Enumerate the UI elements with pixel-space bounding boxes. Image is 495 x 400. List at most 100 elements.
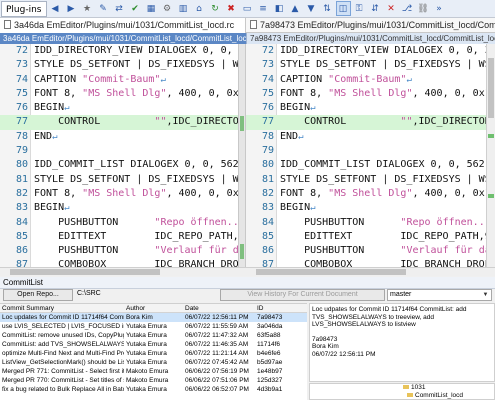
- line-number: 86: [261, 245, 274, 257]
- column-header[interactable]: Author: [124, 304, 183, 312]
- cell-summary: fix a bug related to Bulk Replace All in…: [2, 386, 124, 393]
- left-editor[interactable]: 72 IDD_DIRECTORY_VIEW DIALOGEX 0, 0, 306,…: [0, 44, 238, 267]
- tree-item-label: CommitList_locd: [415, 392, 464, 399]
- more-icon[interactable]: »: [432, 1, 447, 16]
- line-end-icon: ↵: [298, 131, 304, 142]
- horizontal-scrollbar[interactable]: [0, 267, 495, 276]
- sort-icon[interactable]: ⇵: [368, 1, 383, 16]
- code-text: FONT 8,: [280, 187, 329, 199]
- table-row[interactable]: optimize Multi-Find Next and Multi-Find …: [0, 349, 307, 358]
- file-tab-left[interactable]: 3a46da EmEditor/Plugins/mui/1031/CommitL…: [0, 18, 246, 33]
- table-row[interactable]: ListView_GetSelectionMark() should be Li…: [0, 358, 307, 367]
- star-icon[interactable]: ★: [80, 1, 95, 16]
- open-repo-button[interactable]: Open Repo...: [3, 289, 73, 301]
- code-text: CAPTION: [280, 73, 329, 85]
- table-row[interactable]: CommitList: add TVS_SHOWSELALWAYS to tre…: [0, 340, 307, 349]
- sync-icon[interactable]: ⇅: [320, 1, 335, 16]
- cell-date: 06/06/22 06:52:07 PM: [185, 386, 249, 393]
- gear-icon[interactable]: ⚙: [160, 1, 175, 16]
- line-number: 76: [15, 102, 28, 114]
- code-line: 81 STYLE DS_SETFONT | DS_FIXEDSYS | WS_CH…: [0, 173, 238, 187]
- string-literal: "Commit-Baum": [82, 73, 161, 85]
- compare-icon[interactable]: ⇄: [112, 1, 127, 16]
- link-icon[interactable]: ⛓: [416, 1, 431, 16]
- line-number: 77: [261, 116, 274, 128]
- string-literal: "": [154, 116, 167, 128]
- line-number: 83: [261, 202, 274, 214]
- column-header[interactable]: Date: [183, 304, 255, 312]
- code-text: END: [34, 130, 53, 142]
- right-editor[interactable]: 72 IDD_DIRECTORY_VIEW DIALOGEX 0, 0, 306,…: [246, 44, 486, 267]
- diff-icon[interactable]: ◫: [335, 1, 351, 16]
- arrow-up-icon[interactable]: ▲: [288, 1, 303, 16]
- branch-dropdown[interactable]: master ▼: [387, 289, 492, 301]
- cell-id: b4e6fe6: [257, 350, 281, 357]
- check-icon[interactable]: ✔: [128, 1, 143, 16]
- code-text: IDD_DIRECTORY_VIEW DIALOGEX 0, 0, 306, 1…: [34, 45, 233, 56]
- cancel-icon[interactable]: ✖: [224, 1, 239, 16]
- diff-overview-mark: [488, 194, 494, 198]
- left-code-lines: 72 IDD_DIRECTORY_VIEW DIALOGEX 0, 0, 306,…: [0, 44, 238, 267]
- line-end-icon: ↵: [160, 74, 166, 85]
- table-row[interactable]: fix a bug related to Bulk Replace All in…: [0, 385, 307, 394]
- code-line: 84 PUSHBUTTON "Repo öffnen...",IDC_OP: [0, 216, 238, 230]
- grid-icon[interactable]: ▦: [144, 1, 159, 16]
- cell-summary: CommitList: add TVS_SHOWSELALWAYS to tre…: [2, 341, 124, 348]
- code-line: 75FONT 8, "MS Shell Dlg", 400, 0, 0x1↵: [0, 87, 238, 101]
- file-tree: 1031 CommitList_locd: [309, 383, 495, 400]
- code-text: STYLE DS_SETFONT | DS_FIXEDSYS | WS_CHIL…: [34, 173, 238, 185]
- commit-detail: Loc udpates for Commit ID 11714f64 Commi…: [309, 303, 495, 382]
- table-row[interactable]: use LVIS_SELECTED | LVIS_FOCUSED instead…: [0, 322, 307, 331]
- list-icon[interactable]: ≡: [256, 1, 271, 16]
- arrow-down-icon[interactable]: ▼: [304, 1, 319, 16]
- pencil-icon[interactable]: ✎: [96, 1, 111, 16]
- lock-icon[interactable]: ⚿: [352, 1, 367, 16]
- line-number: 85: [261, 230, 274, 242]
- line-number: 80: [261, 159, 274, 171]
- tree-item-label: 1031: [411, 384, 426, 391]
- code-text: , 400, 0, 0x1: [412, 187, 486, 199]
- home-icon[interactable]: ⌂: [192, 1, 207, 16]
- line-number: 72: [15, 45, 28, 56]
- commit-hash: 7a98473: [312, 335, 338, 343]
- scrollbar-thumb[interactable]: [256, 269, 406, 275]
- tree-item-child[interactable]: CommitList_locd: [310, 392, 494, 399]
- forward-arrow-icon[interactable]: ▶: [64, 1, 79, 16]
- code-text: ,IDC_DIRECTORY_TREE,: [412, 116, 486, 128]
- file-tab-right-label: 7a98473 EmEditor/Plugins/mui/1031/Commit…: [260, 20, 495, 30]
- columns-icon[interactable]: ▥: [176, 1, 191, 16]
- split-icon[interactable]: ◧: [272, 1, 287, 16]
- table-row[interactable]: Loc updates for Commit ID 11714f64 Commi…: [0, 313, 307, 322]
- scrollbar-thumb[interactable]: [10, 269, 160, 275]
- scrollbar-thumb[interactable]: [488, 58, 494, 118]
- code-text: CONTROL: [34, 116, 155, 128]
- line-end-icon: ↵: [310, 103, 316, 114]
- cell-author: Yutaka Emura: [126, 332, 167, 339]
- git-icon[interactable]: ⎇: [400, 1, 415, 16]
- table-row[interactable]: Merged PR 770: CommitList - Set titles o…: [0, 376, 307, 385]
- line-number: 72: [261, 45, 274, 56]
- line-number: 76: [261, 102, 274, 114]
- column-header[interactable]: ID: [255, 304, 307, 312]
- tree-item-folder[interactable]: 1031: [310, 384, 494, 392]
- view-history-button[interactable]: View History For Current Document: [220, 289, 385, 301]
- plugins-tab[interactable]: Plug-ins: [1, 0, 47, 17]
- file-tab-right[interactable]: 7a98473 EmEditor/Plugins/mui/1031/Commit…: [246, 18, 495, 33]
- x-icon[interactable]: ✕: [384, 1, 399, 16]
- cell-id: 63f5a88: [257, 332, 281, 339]
- code-text: IDD_DIRECTORY_VIEW DIALOGEX 0, 0, 306, 1…: [280, 45, 486, 56]
- string-literal: "MS Shell Dlg": [82, 87, 167, 99]
- back-arrow-icon[interactable]: ◀: [48, 1, 63, 16]
- code-line: 80 IDD_COMMIT_LIST DIALOGEX 0, 0, 562, 18…: [0, 158, 238, 172]
- line-number: 79: [15, 145, 28, 157]
- refresh-icon[interactable]: ↻: [208, 1, 223, 16]
- column-header[interactable]: Commit Summary: [0, 304, 124, 312]
- code-text: EDITTEXT IDC_REPO_PATH,90,0,210: [304, 230, 486, 242]
- table-row[interactable]: Merged PR 771: CommitList - Select first…: [0, 367, 307, 376]
- window-icon[interactable]: ▭: [240, 1, 255, 16]
- vertical-scrollbar[interactable]: [486, 44, 495, 267]
- code-text: CAPTION: [34, 73, 83, 85]
- code-line: 77 CONTROL "",IDC_DIRECTORY_TREE,: [0, 115, 238, 130]
- table-row[interactable]: CommitList: remove unused IDs, CopyPlugi…: [0, 331, 307, 340]
- cell-summary: Merged PR 770: CommitList - Set titles o…: [2, 377, 124, 384]
